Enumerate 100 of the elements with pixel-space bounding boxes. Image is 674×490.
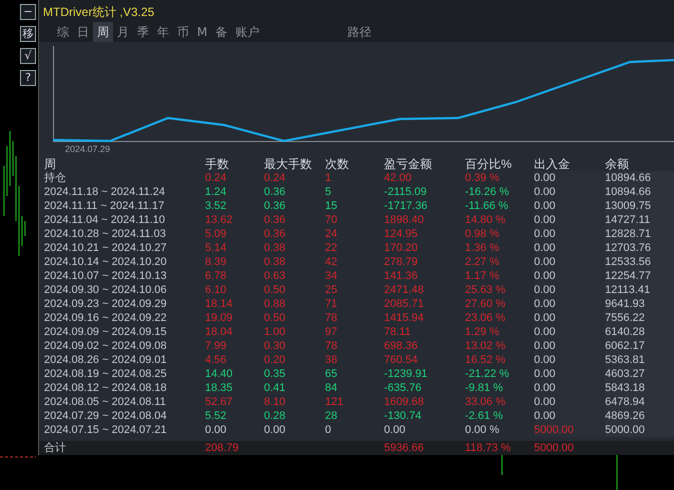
tab[interactable]: 月	[113, 22, 133, 42]
table-cell-text: 25	[325, 283, 338, 297]
table-cell-text: 2024.10.07 ~ 2024.10.13	[44, 269, 168, 283]
toolbar-button[interactable]: 移	[20, 26, 36, 42]
table-cell-text: 0.38	[264, 241, 286, 255]
table-cell-text: 0.38	[264, 255, 286, 269]
tab[interactable]: 周	[93, 22, 113, 42]
table-cell-text: 0.30	[264, 339, 286, 353]
table-cell-text: 1	[325, 171, 332, 185]
table-cell: 12703.76	[605, 241, 674, 255]
table-cell: 10894.66	[605, 171, 674, 185]
table-cell-text: 15	[325, 199, 338, 213]
table-cell-text: 2471.48	[384, 283, 425, 297]
table-cell-text: -2115.09	[384, 185, 428, 199]
table-cell-text: 0.00	[384, 423, 406, 437]
table-cell-text: 5000.00	[534, 441, 575, 455]
toolbar-button[interactable]: √	[20, 48, 36, 64]
table-cell-text: 2024.09.16 ~ 2024.09.22	[44, 311, 168, 325]
table-cell-text: 18.35	[205, 381, 234, 395]
tab[interactable]: M	[193, 22, 212, 42]
table-cell-text: -11.66 %	[465, 199, 510, 213]
table-cell-text: 42.00	[384, 171, 413, 185]
table-cell-text: 1.29 %	[465, 325, 500, 339]
toolbar-button[interactable]: ?	[20, 70, 36, 86]
table-cell-text: 0.20	[264, 353, 286, 367]
table-cell-text: 208.79	[205, 441, 240, 455]
table-cell-text: 0.00	[205, 423, 228, 437]
table-cell-text: 24	[325, 227, 338, 241]
table-cell-text: 5.52	[205, 409, 228, 423]
table-cell: 0.00	[534, 269, 605, 283]
column-header: 余额	[605, 157, 630, 171]
tab[interactable]: 综	[53, 22, 73, 42]
table-cell-text: -1239.91	[384, 367, 428, 381]
table-cell-text: 8.39	[205, 255, 228, 269]
table-cell-text: 118.73 %	[465, 441, 512, 455]
table-cell-text: 2024.11.11 ~ 2024.11.17	[44, 199, 166, 213]
table-cell: 0.00	[534, 339, 605, 353]
table-cell-text: 0.88	[264, 297, 286, 311]
column-header: 次数	[325, 157, 350, 171]
table-cell-text: 0.98 %	[465, 227, 500, 241]
table-cell: 0.00	[534, 395, 605, 409]
table-cell-text: 25.63 %	[465, 283, 506, 297]
tab[interactable]: 账户	[231, 22, 264, 42]
column-header: 百分比%	[465, 157, 513, 171]
table-cell-text: 8.10	[264, 395, 286, 409]
table-cell-text: 97	[325, 325, 338, 339]
table-cell-text: 16.52 %	[465, 353, 506, 367]
tab[interactable]: 币	[173, 22, 193, 42]
table-cell-text: 19.09	[205, 311, 234, 325]
table-cell: 6140.28	[605, 325, 674, 339]
tab[interactable]: 季	[133, 22, 153, 42]
table-cell-text: 2.27 %	[465, 255, 500, 269]
table-cell-text: 84	[325, 381, 338, 395]
table-cell-text: 28	[325, 409, 338, 423]
table-cell: 14727.11	[605, 213, 674, 227]
table-cell-text: 22	[325, 241, 338, 255]
table-cell-text: 0.35	[264, 367, 286, 381]
table-cell: 0.00	[534, 297, 605, 311]
table-cell-text: 6.10	[205, 283, 228, 297]
tab[interactable]: 路径	[343, 22, 376, 42]
tab[interactable]: 备	[211, 22, 232, 42]
table-cell: 4603.27	[605, 367, 674, 381]
table-cell: 0.00	[534, 241, 605, 255]
toolbar-button[interactable]: −	[20, 4, 36, 20]
table-cell-text: 2024.11.18 ~ 2024.11.24	[44, 185, 166, 199]
table-cell-text: 持仓	[44, 171, 67, 185]
table-cell: 0.00	[534, 185, 605, 199]
table-cell-text: 141.36	[384, 269, 419, 283]
table-cell-text: 0.36	[264, 199, 286, 213]
table-cell: 0.00	[534, 381, 605, 395]
table-cell-text: 2024.09.09 ~ 2024.09.15	[44, 325, 168, 339]
table-cell-text: 1.36 %	[465, 241, 500, 255]
axis-label: 2024.07.29	[65, 144, 110, 154]
table-cell-text: 2024.10.21 ~ 2024.10.27	[44, 241, 168, 255]
table-cell-text: 0.36	[264, 227, 286, 241]
tab[interactable]: 年	[153, 22, 173, 42]
table-cell-text: -1717.36	[384, 199, 428, 213]
table-cell-text: 2024.07.29 ~ 2024.08.04	[44, 409, 168, 423]
table-cell-text: 2024.10.28 ~ 2024.11.03	[44, 227, 167, 241]
table-cell: 0.00	[534, 213, 605, 227]
table-cell-text: 2024.08.26 ~ 2024.09.01	[44, 353, 168, 367]
table-cell-text: 38	[325, 353, 338, 367]
table-cell-text: 70	[325, 213, 338, 227]
table-cell-text: 0.50	[264, 311, 286, 325]
table-cell-text: 0.00	[264, 423, 286, 437]
table-cell: 0.00	[534, 255, 605, 269]
tab[interactable]: 日	[73, 22, 93, 42]
table-cell-text: 2024.08.19 ~ 2024.08.25	[44, 367, 168, 381]
table-cell: 13009.75	[605, 199, 674, 213]
table-cell: 12113.41	[605, 283, 674, 297]
table-cell-text: 合计	[44, 441, 67, 455]
table-cell-text: 6.78	[205, 269, 228, 283]
table-cell-text: 71	[325, 297, 338, 311]
table-cell-text: 33.06 %	[465, 395, 506, 409]
table-cell-text: 14.80 %	[465, 213, 506, 227]
table-cell-text: 5936.66	[384, 441, 425, 455]
table-cell-text: 0.36	[264, 185, 286, 199]
table-cell-text: -21.22 %	[465, 367, 510, 381]
table-cell-text: 78	[325, 311, 338, 325]
table-cell-text: 0.41	[264, 381, 286, 395]
